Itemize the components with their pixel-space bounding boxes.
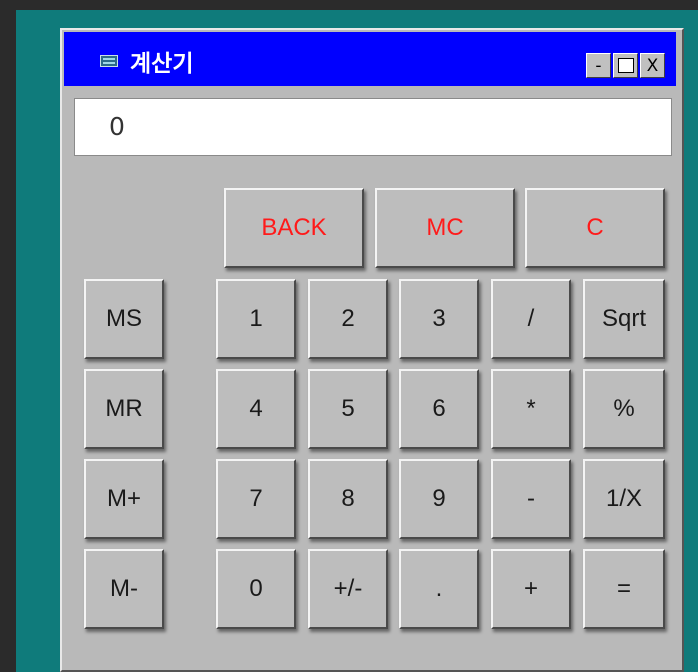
subtract-button[interactable]: - [491,459,571,539]
digit-1-button[interactable]: 1 [216,279,296,359]
desktop: 계산기 - X 0 BACK MC C MS MR M+ M- 1 2 3 / … [16,10,698,672]
reciprocal-button[interactable]: 1/X [583,459,665,539]
back-button[interactable]: BACK [224,188,364,268]
digit-7-button[interactable]: 7 [216,459,296,539]
sqrt-button[interactable]: Sqrt [583,279,665,359]
maximize-icon [617,58,634,73]
divide-button[interactable]: / [491,279,571,359]
multiply-button[interactable]: * [491,369,571,449]
calculator-window: 계산기 - X 0 BACK MC C MS MR M+ M- 1 2 3 / … [60,28,684,672]
title-bar[interactable]: 계산기 - X [64,32,676,86]
digit-5-button[interactable]: 5 [308,369,388,449]
close-button[interactable]: X [640,53,665,78]
maximize-button[interactable] [613,53,638,78]
window-title: 계산기 [130,51,194,77]
digit-6-button[interactable]: 6 [399,369,479,449]
percent-button[interactable]: % [583,369,665,449]
digit-2-button[interactable]: 2 [308,279,388,359]
digit-0-button[interactable]: 0 [216,549,296,629]
clear-button[interactable]: C [525,188,665,268]
mc-button[interactable]: MC [375,188,515,268]
calculator-icon [100,55,118,67]
digit-3-button[interactable]: 3 [399,279,479,359]
minimize-button[interactable]: - [586,53,611,78]
m-minus-button[interactable]: M- [84,549,164,629]
mr-button[interactable]: MR [84,369,164,449]
digit-8-button[interactable]: 8 [308,459,388,539]
digit-4-button[interactable]: 4 [216,369,296,449]
ms-button[interactable]: MS [84,279,164,359]
decimal-button[interactable]: . [399,549,479,629]
digit-9-button[interactable]: 9 [399,459,479,539]
sign-toggle-button[interactable]: +/- [308,549,388,629]
display-field[interactable]: 0 [74,98,672,156]
add-button[interactable]: + [491,549,571,629]
m-plus-button[interactable]: M+ [84,459,164,539]
equals-button[interactable]: = [583,549,665,629]
